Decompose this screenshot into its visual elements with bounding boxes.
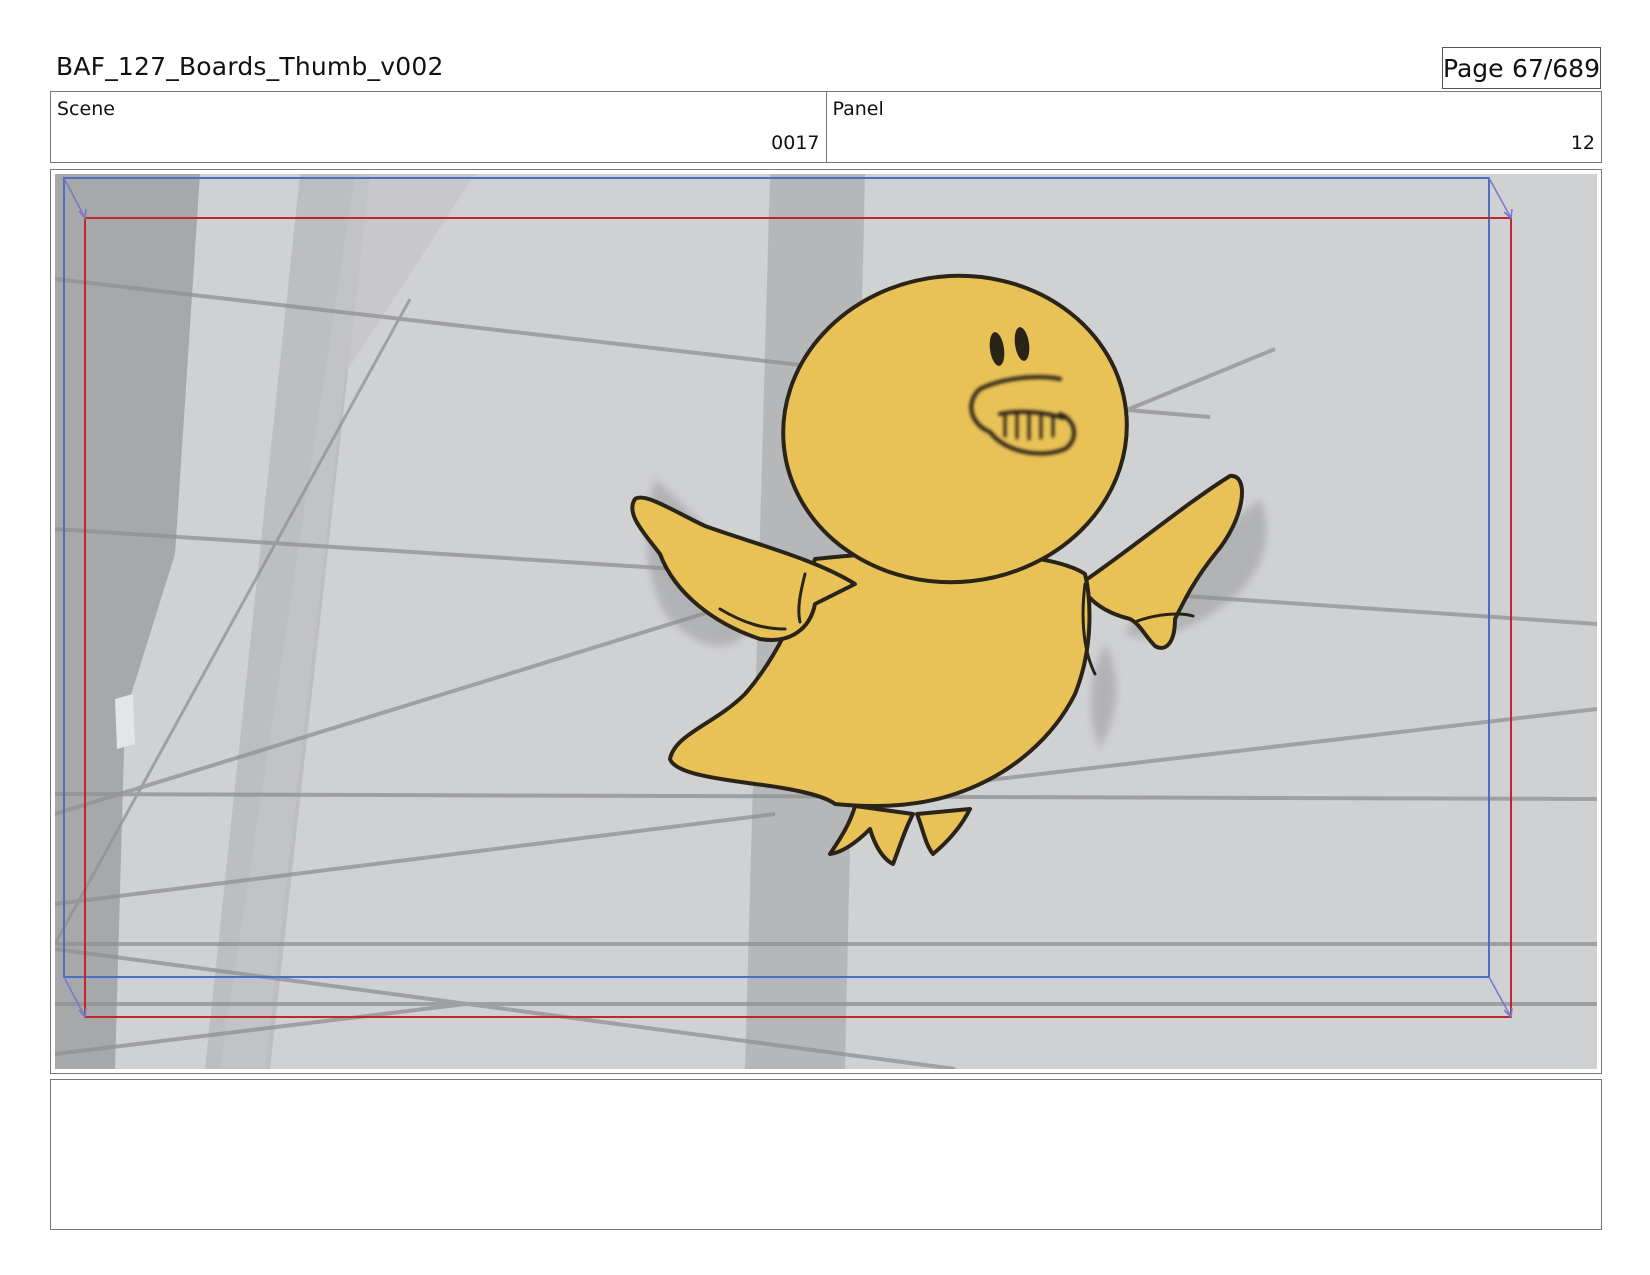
page-label: Page: [1443, 53, 1504, 83]
storyboard-frame: [50, 169, 1602, 1074]
scene-panel-info: Scene 0017 Panel 12: [50, 91, 1602, 163]
panel-label: Panel: [832, 98, 884, 120]
panel-cell: Panel 12: [825, 92, 1602, 162]
panel-number: 12: [1570, 132, 1595, 154]
document-title: BAF_127_Boards_Thumb_v002: [56, 52, 444, 81]
storyboard-drawing: [55, 174, 1597, 1069]
page-number: 67/689: [1512, 53, 1600, 83]
scene-number: 0017: [771, 132, 820, 154]
page-indicator: Page 67/689: [1442, 47, 1601, 89]
wall-notch: [115, 694, 135, 749]
scene-cell: Scene 0017: [51, 92, 826, 162]
scene-label: Scene: [57, 98, 115, 120]
notes-box: [50, 1079, 1602, 1230]
